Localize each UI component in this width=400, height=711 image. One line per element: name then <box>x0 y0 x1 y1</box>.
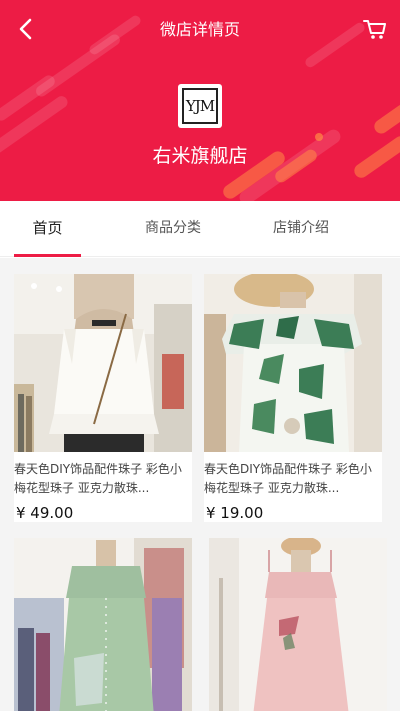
store-logo-text: YJM <box>185 97 215 115</box>
store-header: 微店详情页 YJM 右米旗舰店 <box>0 0 400 201</box>
product-card[interactable]: 春天色DIY饰品配件珠子 彩色小梅花型珠子 亚克力散珠... ¥ 19.00 <box>204 274 382 522</box>
decor-stripe-orange <box>371 101 400 137</box>
product-image <box>204 274 382 452</box>
active-tab-indicator <box>14 254 81 257</box>
product-title: 春天色DIY饰品配件珠子 彩色小梅花型珠子 亚克力散珠... <box>14 462 182 495</box>
product-grid: 春天色DIY饰品配件珠子 彩色小梅花型珠子 亚克力散珠... ¥ 49.00 春… <box>0 258 400 711</box>
product-image <box>14 538 192 711</box>
product-card[interactable] <box>14 538 192 711</box>
store-logo-frame: YJM <box>182 88 218 124</box>
tab-home[interactable]: 首页 <box>14 201 81 257</box>
tab-categories[interactable]: 商品分类 <box>130 201 216 257</box>
product-card[interactable] <box>209 538 387 711</box>
store-logo: YJM <box>178 84 222 128</box>
shopping-cart-icon <box>363 20 386 39</box>
product-image <box>209 538 387 711</box>
store-name: 右米旗舰店 <box>152 145 248 167</box>
product-card[interactable]: 春天色DIY饰品配件珠子 彩色小梅花型珠子 亚克力散珠... ¥ 49.00 <box>14 274 192 522</box>
store-tabs: 首页 商品分类 店铺介绍 <box>0 201 400 257</box>
product-image <box>14 274 192 452</box>
product-title: 春天色DIY饰品配件珠子 彩色小梅花型珠子 亚克力散珠... <box>204 462 372 495</box>
tab-store-info[interactable]: 店铺介绍 <box>258 201 344 257</box>
decor-dot <box>315 133 323 141</box>
product-price: ¥ 49.00 <box>16 504 74 522</box>
page-title: 微店详情页 <box>159 20 240 39</box>
cart-button[interactable] <box>362 14 388 42</box>
product-price: ¥ 19.00 <box>206 504 264 522</box>
